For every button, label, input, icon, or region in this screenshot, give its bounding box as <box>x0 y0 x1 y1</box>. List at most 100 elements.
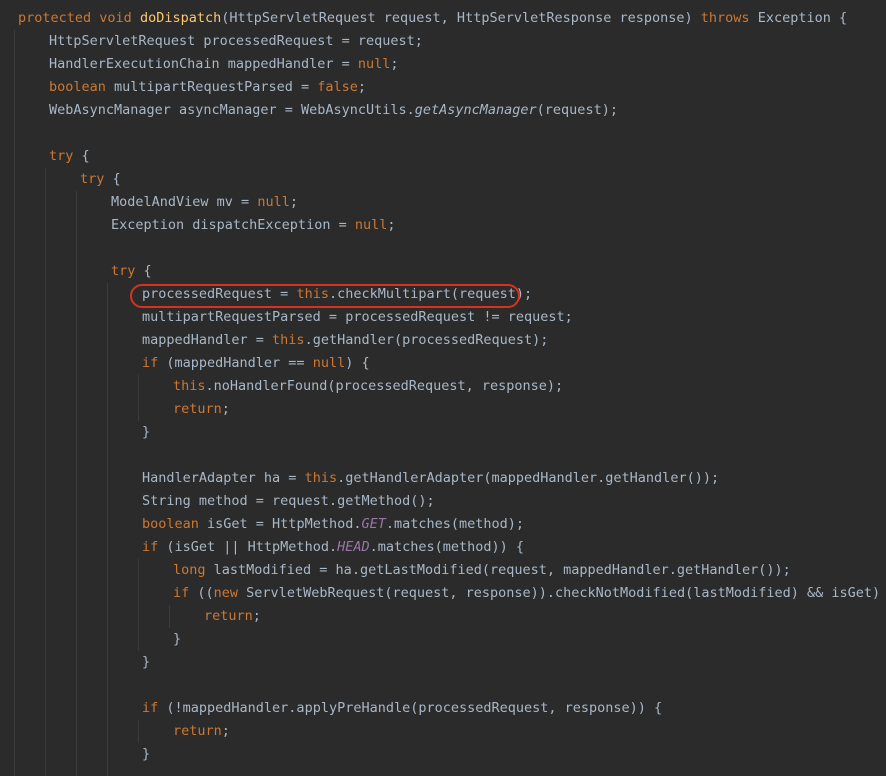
code-token: getAsyncManager <box>414 102 537 118</box>
code-line[interactable]: multipartRequestParsed = processedReques… <box>142 306 573 329</box>
code-token: lastModified = ha.getLastModified(reques… <box>205 562 791 578</box>
code-line[interactable]: try { <box>111 260 152 283</box>
code-token: if <box>173 585 190 601</box>
code-token: HandlerExecutionChain mappedHandler = <box>49 56 358 72</box>
code-token: Exception dispatchException = <box>111 217 355 233</box>
code-line[interactable]: } <box>142 421 150 444</box>
code-line[interactable]: if ((new ServletWebRequest(request, resp… <box>173 582 886 605</box>
code-line[interactable]: if (mappedHandler == null) { <box>142 352 370 375</box>
code-line[interactable]: return; <box>204 605 261 628</box>
code-token: ; <box>387 217 396 233</box>
indent-guide <box>76 191 77 776</box>
code-line[interactable]: long lastModified = ha.getLastModified(r… <box>173 559 791 582</box>
code-token: .matches(method)) { <box>369 539 525 555</box>
code-line[interactable]: if (!mappedHandler.applyPreHandle(proces… <box>142 697 662 720</box>
code-token: (mappedHandler == <box>158 355 313 371</box>
code-token: void <box>99 10 132 26</box>
code-token: (request); <box>536 102 618 118</box>
code-token: { <box>104 171 121 187</box>
code-token: ; <box>289 194 298 210</box>
code-token: return <box>173 723 222 739</box>
code-token: .getHandlerAdapter(mappedHandler.getHand… <box>337 470 720 486</box>
indent-guide <box>138 720 139 743</box>
code-token: .noHandlerFound(processedRequest, respon… <box>205 378 564 394</box>
code-token: this <box>304 470 338 486</box>
code-line[interactable]: return; <box>173 398 230 421</box>
code-token: protected <box>18 10 92 26</box>
code-token: try <box>49 148 74 164</box>
code-token: null <box>354 217 388 233</box>
highlight-circle <box>130 284 520 308</box>
code-token: } <box>142 654 151 670</box>
code-line[interactable]: HandlerExecutionChain mappedHandler = nu… <box>49 53 399 76</box>
code-token: HandlerAdapter ha = <box>142 470 305 486</box>
code-line[interactable]: boolean multipartRequestParsed = false; <box>49 76 366 99</box>
code-line[interactable]: ModelAndView mv = null; <box>111 191 298 214</box>
code-token: multipartRequestParsed = <box>105 79 318 95</box>
code-token: { <box>73 148 90 164</box>
code-token: .getHandler(processedRequest); <box>304 332 549 348</box>
code-token: ) { <box>345 355 370 371</box>
code-token: { <box>135 263 152 279</box>
code-line[interactable]: boolean isGet = HttpMethod.GET.matches(m… <box>142 513 524 536</box>
code-token: (isGet || HttpMethod. <box>158 539 338 555</box>
code-token: (!mappedHandler.applyPreHandle(processed… <box>158 700 663 716</box>
code-token: String method = request.getMethod(); <box>142 493 435 509</box>
code-line[interactable]: if (isGet || HttpMethod.HEAD.matches(met… <box>142 536 524 559</box>
code-token: doDispatch <box>139 10 222 26</box>
code-token: GET <box>361 516 386 532</box>
code-line[interactable]: WebAsyncManager asyncManager = WebAsyncU… <box>49 99 618 122</box>
indent-guide <box>45 168 46 776</box>
code-line[interactable]: mappedHandler = this.getHandler(processe… <box>142 329 548 352</box>
code-token: (( <box>189 585 214 601</box>
code-token: boolean <box>142 516 199 532</box>
code-token: throws <box>700 10 750 26</box>
code-token: try <box>80 171 105 187</box>
indent-guide <box>107 283 108 776</box>
code-token: ; <box>357 79 367 95</box>
indent-guide <box>14 30 15 776</box>
code-token: .matches(method); <box>385 516 525 532</box>
code-token: WebAsyncManager asyncManager = WebAsyncU… <box>49 102 415 118</box>
code-line[interactable]: HandlerAdapter ha = this.getHandlerAdapt… <box>142 467 719 490</box>
code-line[interactable]: String method = request.getMethod(); <box>142 490 435 513</box>
code-line[interactable]: } <box>142 651 150 674</box>
code-token: return <box>204 608 253 624</box>
code-line[interactable]: return; <box>173 720 230 743</box>
code-token: return <box>173 401 222 417</box>
code-token: null <box>357 56 391 72</box>
code-line[interactable]: try { <box>49 145 90 168</box>
code-editor[interactable]: protected void doDispatch(HttpServletReq… <box>0 0 886 776</box>
code-line[interactable]: protected void doDispatch(HttpServletReq… <box>18 7 847 30</box>
code-token: boolean <box>49 79 106 95</box>
code-token: this <box>173 378 206 394</box>
code-line[interactable]: try { <box>80 168 121 191</box>
code-token: null <box>312 355 346 371</box>
code-line[interactable]: Exception dispatchException = null; <box>111 214 396 237</box>
code-token: if <box>142 539 159 555</box>
code-token: ; <box>221 723 230 739</box>
code-token: isGet = HttpMethod. <box>198 516 362 532</box>
code-token: ; <box>221 401 230 417</box>
indent-guide <box>138 559 139 651</box>
indent-guide <box>138 375 139 421</box>
code-line[interactable]: this.noHandlerFound(processedRequest, re… <box>173 375 563 398</box>
code-token: ; <box>252 608 261 624</box>
code-token: false <box>317 79 358 95</box>
code-token: multipartRequestParsed = processedReques… <box>142 309 573 325</box>
code-token: mappedHandler = <box>142 332 273 348</box>
code-token: (HttpServletRequest request, HttpServlet… <box>221 10 701 26</box>
code-token: HEAD <box>337 539 370 555</box>
code-token: HttpServletRequest processedRequest = re… <box>49 33 423 49</box>
code-token: try <box>111 263 136 279</box>
code-line[interactable]: } <box>173 628 181 651</box>
code-token: long <box>173 562 206 578</box>
code-line[interactable]: } <box>142 743 150 766</box>
code-token: Exception { <box>749 10 848 26</box>
code-line[interactable]: HttpServletRequest processedRequest = re… <box>49 30 423 53</box>
code-token: } <box>173 631 182 647</box>
indent-guide <box>169 605 170 628</box>
code-token: ; <box>390 56 399 72</box>
code-token: null <box>257 194 290 210</box>
